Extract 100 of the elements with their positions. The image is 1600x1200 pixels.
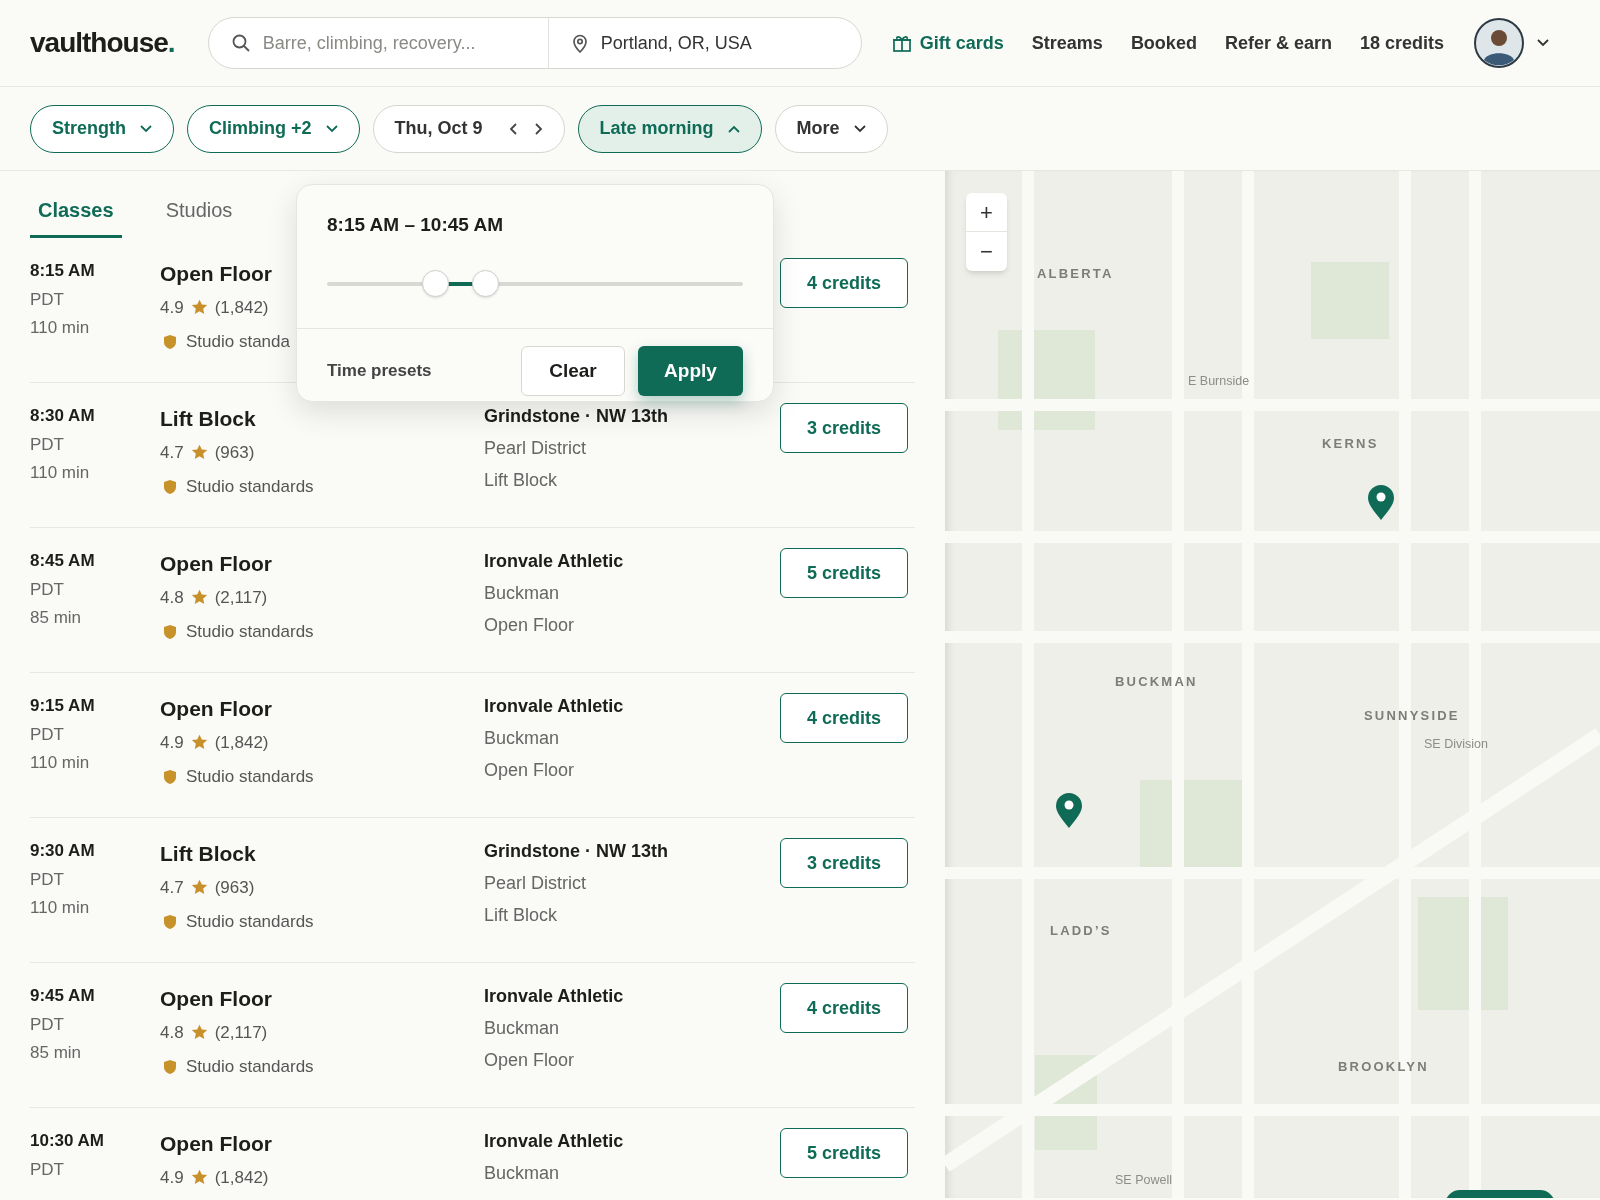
location-field[interactable]: Portland, OR, USA xyxy=(600,29,861,57)
time-zone: PDT xyxy=(30,723,65,746)
clear-button[interactable]: Clear xyxy=(521,346,625,396)
shield-icon xyxy=(164,479,176,494)
location-pin-icon xyxy=(570,33,589,53)
studio-name[interactable]: Ironvale Athletic xyxy=(484,1128,780,1155)
star-icon xyxy=(190,879,208,896)
studio-name[interactable]: Ironvale Athletic xyxy=(484,693,780,720)
time-zone: PDT xyxy=(30,433,65,456)
filter-chip[interactable]: More xyxy=(774,104,888,153)
logo[interactable]: vaulthouse xyxy=(30,22,168,64)
class-time: 9:45 AM xyxy=(30,985,96,1007)
neighborhood: Pearl District xyxy=(484,872,587,895)
filter-chip[interactable]: Late morning xyxy=(577,104,762,153)
class-title[interactable]: Open Floor xyxy=(160,693,484,725)
studio-name[interactable]: Grindstone · NW 13th xyxy=(484,838,780,865)
room-name: Lift Block xyxy=(484,904,559,927)
chevron-down-icon xyxy=(140,124,152,133)
shield-icon xyxy=(164,769,176,784)
nav-link[interactable]: Refer & earn xyxy=(1224,29,1332,57)
class-time: 9:30 AM xyxy=(30,840,96,862)
time-zone: PDT xyxy=(30,1158,65,1181)
next-day-button[interactable] xyxy=(532,121,543,136)
zoom-in-button[interactable]: + xyxy=(966,193,1007,232)
district-label: ALBERTA xyxy=(1037,266,1114,281)
neighborhood: Buckman xyxy=(484,727,561,750)
book-credits-button[interactable]: 4 credits xyxy=(780,983,908,1033)
date-label[interactable]: Thu, Oct 9 xyxy=(394,115,483,142)
neighborhood: Buckman xyxy=(484,1162,561,1185)
star-icon xyxy=(190,1024,208,1041)
filter-chip[interactable]: Strength xyxy=(30,104,174,153)
star-icon xyxy=(190,1169,208,1186)
nav-link[interactable]: Streams xyxy=(1031,29,1103,57)
review-count: (963) xyxy=(214,876,255,899)
book-credits-button[interactable]: 4 credits xyxy=(780,258,908,308)
class-title[interactable]: Open Floor xyxy=(160,548,484,580)
class-time: 8:45 AM xyxy=(30,550,96,572)
zoom-out-button[interactable]: − xyxy=(966,232,1007,271)
book-credits-button[interactable]: 5 credits xyxy=(780,1128,908,1178)
nav-link[interactable]: Booked xyxy=(1130,29,1197,57)
street-label: SE Division xyxy=(1424,737,1488,751)
review-count: (1,842) xyxy=(214,1166,269,1189)
rating-value: 4.8 xyxy=(160,1021,184,1044)
district-label: LADD’S xyxy=(1050,923,1112,938)
district-label: SUNNYSIDE xyxy=(1364,708,1460,723)
studio-name[interactable]: Ironvale Athletic xyxy=(484,548,780,575)
class-time: 8:30 AM xyxy=(30,405,96,427)
chevron-down-icon[interactable] xyxy=(1536,38,1550,48)
chevron-down-icon xyxy=(853,124,866,133)
class-time: 9:15 AM xyxy=(30,695,96,717)
shield-icon xyxy=(164,1059,176,1074)
book-credits-button[interactable]: 5 credits xyxy=(780,548,908,598)
district-label: KERNS xyxy=(1322,436,1379,451)
book-credits-button[interactable]: 3 credits xyxy=(780,403,908,453)
class-time: 10:30 AM xyxy=(30,1130,105,1152)
gift-cards-link[interactable]: Gift cards xyxy=(891,29,1004,57)
search-field[interactable]: Barre, climbing, recovery... xyxy=(262,29,513,57)
nav-link[interactable]: 18 credits xyxy=(1359,29,1444,57)
map-pin-icon[interactable] xyxy=(1368,485,1394,520)
star-icon xyxy=(190,444,208,461)
avatar[interactable] xyxy=(1474,18,1524,68)
district-label: BROOKLYN xyxy=(1338,1059,1429,1074)
time-zone: PDT xyxy=(30,1013,65,1036)
studio-standards-label: Studio standards xyxy=(186,476,314,498)
review-count: (1,842) xyxy=(214,731,269,754)
studio-standards-label: Studio standards xyxy=(186,621,314,643)
rating-value: 4.7 xyxy=(160,876,184,899)
class-duration: 110 min xyxy=(30,317,91,339)
studio-standards-label: Studio standards xyxy=(186,1056,314,1078)
class-time: 8:15 AM xyxy=(30,260,96,282)
search-icon xyxy=(230,33,251,53)
class-title[interactable]: Open Floor xyxy=(160,983,484,1015)
time-zone: PDT xyxy=(30,578,65,601)
book-credits-button[interactable]: 3 credits xyxy=(780,838,908,888)
map-pin-icon[interactable] xyxy=(1056,793,1082,828)
slider-thumb[interactable] xyxy=(472,269,500,297)
book-credits-button[interactable]: 4 credits xyxy=(780,693,908,743)
class-title[interactable]: Lift Block xyxy=(160,403,484,435)
class-duration: 110 min xyxy=(30,462,91,484)
review-count: (2,117) xyxy=(214,586,268,609)
room-name: Lift Block xyxy=(484,469,559,492)
slider-thumb[interactable] xyxy=(422,269,450,297)
previous-day-button[interactable] xyxy=(508,121,519,136)
tab[interactable]: Classes xyxy=(30,195,122,238)
class-duration: 110 min xyxy=(30,897,91,919)
studio-name[interactable]: Grindstone · NW 13th xyxy=(484,403,780,430)
time-presets-link[interactable]: Time presets xyxy=(327,358,521,384)
tab[interactable]: Studios xyxy=(165,195,233,238)
apply-button[interactable]: Apply xyxy=(638,346,743,396)
class-duration: 85 min xyxy=(30,607,83,629)
class-title[interactable]: Open Floor xyxy=(160,1128,484,1160)
rating-value: 4.7 xyxy=(160,441,184,464)
street-label: SE Powell xyxy=(1115,1173,1172,1187)
filter-chip[interactable]: Climbing +2 xyxy=(187,104,360,153)
room-name: Open Floor xyxy=(484,759,576,782)
class-title[interactable]: Lift Block xyxy=(160,838,484,870)
gift-icon xyxy=(891,34,912,52)
studio-standards-label: Studio standards xyxy=(186,766,314,788)
logo-dot: . xyxy=(167,26,176,60)
studio-name[interactable]: Ironvale Athletic xyxy=(484,983,780,1010)
